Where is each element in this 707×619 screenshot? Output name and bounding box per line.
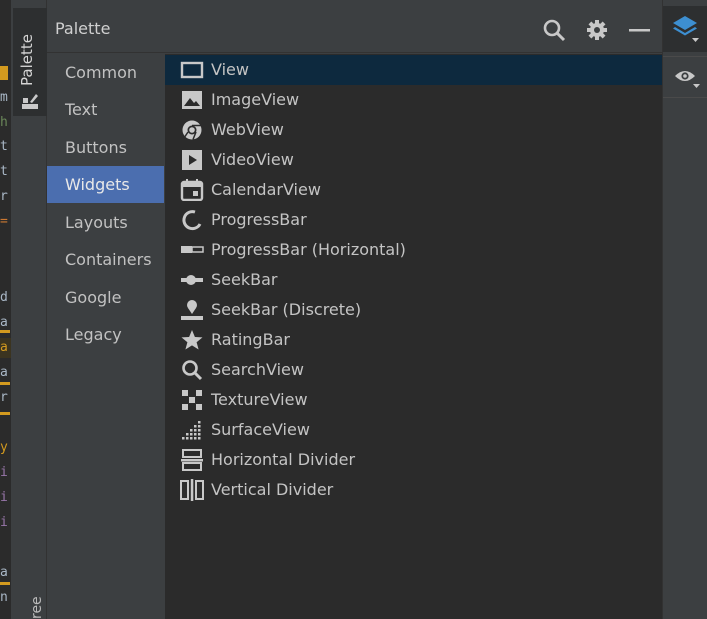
code-highlight-marker bbox=[0, 582, 10, 585]
code-char: = bbox=[0, 214, 8, 229]
widget-label: WebView bbox=[211, 120, 284, 139]
texture-view-icon bbox=[182, 390, 202, 410]
widget-item[interactable]: ProgressBar (Horizontal) bbox=[165, 235, 662, 265]
widget-item[interactable]: VideoView bbox=[165, 145, 662, 175]
category-list: Common Text Buttons Widgets Layouts Cont… bbox=[47, 54, 165, 619]
widget-item[interactable]: View bbox=[165, 55, 662, 85]
widget-list: View ImageView WebView VideoView Calenda… bbox=[165, 54, 662, 619]
widget-label: SeekBar bbox=[211, 270, 278, 289]
view-icon bbox=[180, 61, 204, 79]
visibility-button[interactable] bbox=[663, 56, 707, 98]
widget-item[interactable]: Horizontal Divider bbox=[165, 445, 662, 475]
widget-label: SearchView bbox=[211, 360, 304, 379]
palette-panel: Palette Common Text Buttons Widgets Layo… bbox=[47, 0, 662, 619]
code-char: t bbox=[0, 164, 8, 179]
category-common[interactable]: Common bbox=[47, 54, 164, 91]
video-view-icon bbox=[182, 150, 202, 170]
widget-label: TextureView bbox=[211, 390, 308, 409]
widget-item[interactable]: WebView bbox=[165, 115, 662, 145]
code-editor-edge: m h t t r = d a a a r y i i i a n bbox=[0, 0, 11, 619]
code-char: n bbox=[0, 590, 8, 605]
layers-icon bbox=[673, 16, 699, 42]
right-tool-strip bbox=[662, 0, 707, 619]
widget-item[interactable]: SurfaceView bbox=[165, 415, 662, 445]
widget-item[interactable]: RatingBar bbox=[165, 325, 662, 355]
code-char: a bbox=[0, 365, 8, 380]
widget-label: VideoView bbox=[211, 150, 294, 169]
category-text[interactable]: Text bbox=[47, 91, 164, 128]
category-containers[interactable]: Containers bbox=[47, 241, 164, 278]
widget-item[interactable]: SearchView bbox=[165, 355, 662, 385]
progress-bar-horizontal-icon bbox=[181, 246, 204, 253]
gear-icon[interactable] bbox=[584, 18, 610, 42]
rating-bar-icon bbox=[181, 330, 203, 350]
code-char: y bbox=[0, 440, 8, 455]
code-char: i bbox=[0, 515, 8, 530]
widget-label: SurfaceView bbox=[211, 420, 310, 439]
widget-label: View bbox=[211, 60, 249, 79]
vertical-divider-icon bbox=[180, 479, 204, 501]
widget-label: Vertical Divider bbox=[211, 480, 334, 499]
widget-label: SeekBar (Discrete) bbox=[211, 300, 362, 319]
category-layouts[interactable]: Layouts bbox=[47, 204, 164, 241]
code-char: i bbox=[0, 490, 8, 505]
category-legacy[interactable]: Legacy bbox=[47, 316, 164, 353]
web-view-icon bbox=[182, 120, 202, 140]
category-buttons[interactable]: Buttons bbox=[47, 129, 164, 166]
image-view-icon bbox=[182, 91, 202, 109]
widget-item[interactable]: ImageView bbox=[165, 85, 662, 115]
code-char: a bbox=[0, 565, 8, 580]
code-char: h bbox=[0, 115, 8, 130]
tool-window-strip: Palette ree bbox=[11, 0, 47, 619]
horizontal-divider-icon bbox=[181, 449, 203, 471]
search-view-icon bbox=[182, 360, 203, 381]
minimize-icon[interactable] bbox=[627, 18, 653, 42]
code-highlight-marker bbox=[0, 330, 10, 333]
surface-view-icon bbox=[182, 421, 201, 440]
palette-tab-label: Palette bbox=[18, 34, 36, 86]
calendar-view-icon bbox=[180, 179, 204, 201]
palette-icon bbox=[22, 94, 38, 109]
palette-header: Palette bbox=[47, 6, 662, 53]
category-google[interactable]: Google bbox=[47, 279, 164, 316]
widget-label: CalendarView bbox=[211, 180, 321, 199]
code-char: i bbox=[0, 465, 8, 480]
widget-item[interactable]: TextureView bbox=[165, 385, 662, 415]
code-char: r bbox=[0, 189, 8, 204]
widget-item[interactable]: SeekBar bbox=[165, 265, 662, 295]
widget-label: ProgressBar bbox=[211, 210, 307, 229]
palette-tool-tab[interactable]: Palette bbox=[13, 8, 47, 116]
widget-item[interactable]: ProgressBar bbox=[165, 205, 662, 235]
widget-label: ImageView bbox=[211, 90, 300, 109]
code-highlight-marker bbox=[0, 66, 8, 80]
seek-bar-icon bbox=[181, 275, 203, 285]
code-char: r bbox=[0, 390, 8, 405]
progress-bar-icon bbox=[182, 210, 202, 231]
widget-label: Horizontal Divider bbox=[211, 450, 356, 469]
widget-item[interactable]: SeekBar (Discrete) bbox=[165, 295, 662, 325]
code-highlight-marker bbox=[0, 412, 10, 415]
component-tree-tab[interactable]: ree bbox=[27, 589, 47, 619]
panel-title: Palette bbox=[55, 19, 111, 38]
widget-label: RatingBar bbox=[211, 330, 290, 349]
layers-button[interactable] bbox=[663, 6, 707, 52]
widget-item[interactable]: Vertical Divider bbox=[165, 475, 662, 505]
search-icon[interactable] bbox=[542, 18, 568, 42]
code-char: m bbox=[0, 90, 8, 105]
code-highlight-marker bbox=[0, 382, 10, 385]
code-char: d bbox=[0, 290, 8, 305]
widget-label: ProgressBar (Horizontal) bbox=[211, 240, 406, 259]
code-char: t bbox=[0, 139, 8, 154]
category-widgets[interactable]: Widgets bbox=[47, 166, 164, 203]
eye-icon bbox=[675, 71, 700, 88]
widget-item[interactable]: CalendarView bbox=[165, 175, 662, 205]
code-char: a bbox=[0, 338, 11, 358]
seek-bar-discrete-icon bbox=[181, 300, 203, 320]
